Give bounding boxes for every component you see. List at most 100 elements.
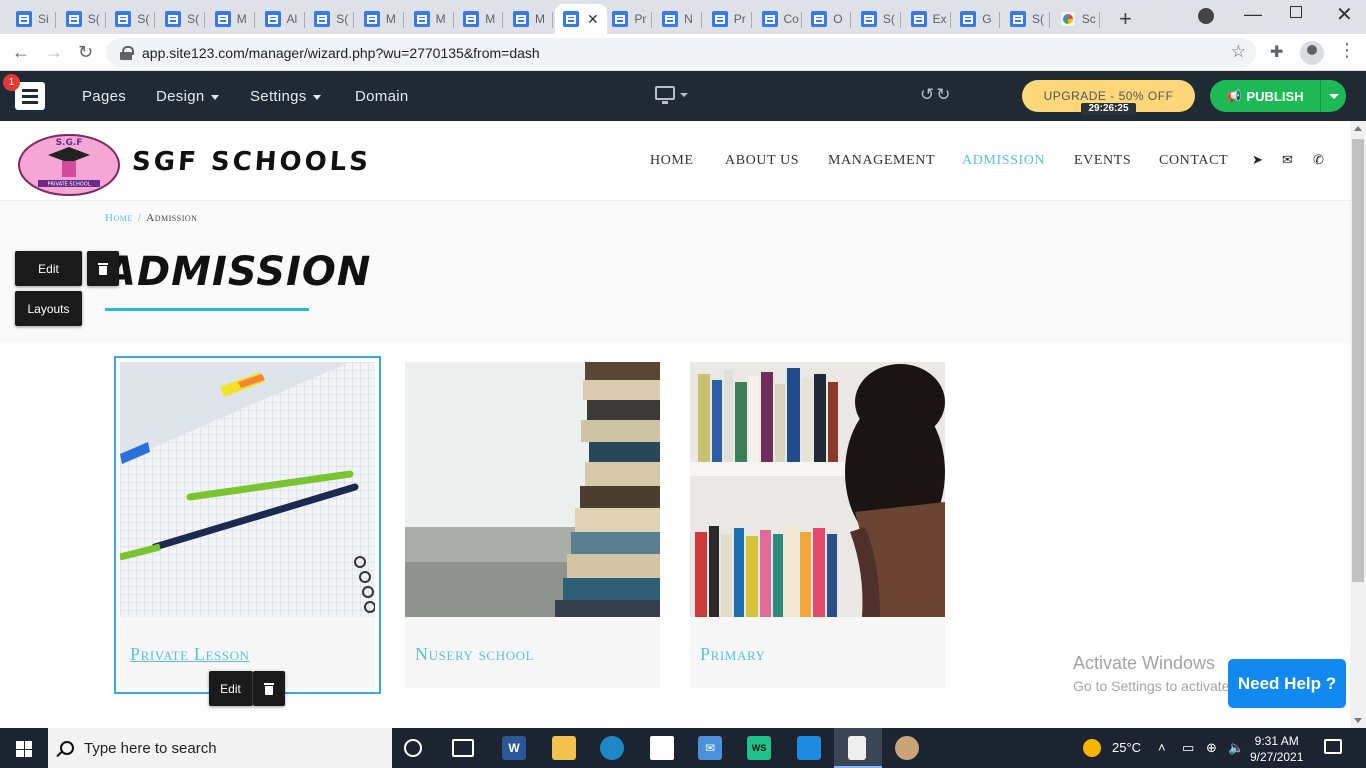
desktop-preview-icon[interactable] bbox=[655, 86, 675, 104]
weather-temperature[interactable]: 25°C bbox=[1112, 740, 1141, 755]
card-edit-button[interactable]: Edit bbox=[209, 671, 253, 706]
windows-start-icon[interactable] bbox=[16, 741, 32, 757]
undo-redo-icons[interactable]: ↺↻ bbox=[920, 85, 953, 105]
page-scrollbar[interactable] bbox=[1350, 121, 1366, 728]
editor-menu-settings[interactable]: Settings bbox=[250, 88, 321, 105]
section-delete-button[interactable] bbox=[87, 251, 119, 286]
browser-tab[interactable]: ✕ bbox=[554, 4, 607, 34]
taskbar-search[interactable]: Type here to search bbox=[48, 728, 392, 768]
browser-tab[interactable]: M bbox=[356, 4, 404, 34]
browser-menu-icon[interactable]: ⋮ bbox=[1338, 40, 1356, 61]
scroll-down-icon[interactable] bbox=[1354, 718, 1362, 723]
lock-icon[interactable] bbox=[120, 45, 134, 60]
restore-icon[interactable] bbox=[1290, 6, 1302, 18]
extensions-icon[interactable]: ✚ bbox=[1270, 42, 1283, 62]
location-arrow-icon[interactable]: ➤ bbox=[1252, 152, 1263, 168]
browser-tab[interactable]: Pr bbox=[704, 4, 752, 34]
store-icon[interactable] bbox=[650, 736, 674, 760]
nav-management[interactable]: MANAGEMENT bbox=[828, 153, 935, 169]
card-private-lesson[interactable]: Private Lesson bbox=[120, 362, 375, 688]
nav-events[interactable]: EVENTS bbox=[1074, 153, 1131, 169]
browser-tab[interactable]: O bbox=[803, 4, 852, 34]
vscode-icon[interactable] bbox=[797, 736, 821, 760]
close-window-icon[interactable]: ✕ bbox=[1336, 2, 1353, 27]
scrollbar-thumb[interactable] bbox=[1352, 139, 1364, 582]
notepad-icon[interactable] bbox=[848, 736, 866, 760]
card-title[interactable]: Nusery school bbox=[415, 644, 534, 665]
cortana-icon[interactable] bbox=[404, 739, 422, 757]
editor-menu-domain[interactable]: Domain bbox=[355, 88, 409, 105]
card-nursery-school[interactable]: Nusery school bbox=[405, 362, 660, 688]
browser-tab[interactable]: Sc bbox=[1052, 4, 1100, 34]
browser-tab[interactable]: S( bbox=[1002, 4, 1050, 34]
forward-icon[interactable]: → bbox=[45, 42, 63, 63]
search-placeholder[interactable]: Type here to search bbox=[84, 740, 217, 757]
network-icon[interactable]: ⊕ bbox=[1206, 740, 1217, 756]
volume-icon[interactable]: 🔈 bbox=[1228, 740, 1244, 756]
card-delete-button[interactable] bbox=[253, 671, 285, 706]
minimize-icon[interactable]: — bbox=[1244, 4, 1262, 25]
back-icon[interactable]: ← bbox=[12, 42, 30, 63]
breadcrumb-home[interactable]: Home bbox=[105, 212, 133, 224]
paint-icon[interactable] bbox=[895, 736, 919, 760]
card-title[interactable]: Private Lesson bbox=[130, 644, 250, 665]
tab-search-icon[interactable] bbox=[1198, 8, 1214, 24]
weather-sun-icon[interactable] bbox=[1083, 739, 1101, 757]
edge-icon[interactable] bbox=[600, 736, 624, 760]
nav-home[interactable]: HOME bbox=[650, 153, 694, 169]
new-tab-button[interactable]: + bbox=[1119, 6, 1132, 32]
notification-badge[interactable]: 1 bbox=[3, 74, 20, 91]
scroll-up-icon[interactable] bbox=[1354, 126, 1362, 131]
browser-tab[interactable]: Pr bbox=[604, 4, 653, 34]
need-help-button[interactable]: Need Help ? bbox=[1228, 659, 1346, 708]
device-dropdown-icon[interactable] bbox=[680, 93, 688, 97]
task-view-icon[interactable] bbox=[452, 739, 474, 757]
card-image-notebook[interactable] bbox=[120, 362, 375, 617]
browser-tab[interactable]: M bbox=[406, 4, 454, 34]
envelope-icon[interactable]: ✉ bbox=[1282, 152, 1293, 168]
browser-tab[interactable]: S( bbox=[853, 4, 901, 34]
section-edit-button[interactable]: Edit bbox=[15, 251, 82, 286]
browser-tab[interactable]: Ex bbox=[903, 4, 951, 34]
site-brand[interactable]: SGF SCHOOLS bbox=[131, 147, 372, 177]
browser-tab[interactable]: Co bbox=[754, 4, 802, 34]
mail-icon[interactable]: ✉ bbox=[698, 736, 722, 760]
profile-avatar[interactable] bbox=[1300, 41, 1324, 65]
close-tab-icon[interactable]: ✕ bbox=[587, 11, 599, 28]
editor-menu-pages[interactable]: Pages bbox=[82, 88, 126, 105]
browser-tab[interactable]: M bbox=[207, 4, 255, 34]
reload-icon[interactable]: ↻ bbox=[78, 42, 93, 63]
publish-button[interactable]: 📢 PUBLISH bbox=[1210, 80, 1320, 112]
browser-tab[interactable]: S( bbox=[58, 4, 106, 34]
nav-about-us[interactable]: ABOUT US bbox=[725, 153, 799, 169]
word-icon[interactable]: W bbox=[502, 736, 526, 760]
card-title[interactable]: Primary bbox=[700, 644, 766, 665]
browser-tab[interactable]: M bbox=[455, 4, 504, 34]
battery-icon[interactable]: ▭ bbox=[1182, 740, 1194, 756]
browser-tab[interactable]: S( bbox=[107, 4, 156, 34]
main-menu-icon[interactable] bbox=[15, 82, 45, 110]
action-center-icon[interactable] bbox=[1324, 739, 1342, 754]
browser-tab[interactable]: Al bbox=[257, 4, 305, 34]
bookmark-star-icon[interactable]: ☆ bbox=[1231, 42, 1246, 62]
editor-menu-design[interactable]: Design bbox=[156, 88, 219, 105]
phone-icon[interactable]: ✆ bbox=[1313, 152, 1324, 168]
browser-tab[interactable]: N bbox=[654, 4, 703, 34]
browser-tab[interactable]: G bbox=[952, 4, 1001, 34]
card-image-bookshelf[interactable] bbox=[690, 362, 945, 617]
school-logo[interactable]: S.G.F PRIVATE SCHOOL bbox=[18, 133, 120, 197]
nav-admission[interactable]: ADMISSION bbox=[962, 153, 1045, 169]
tray-chevron-icon[interactable]: ˄ bbox=[1158, 740, 1166, 755]
nav-contact[interactable]: CONTACT bbox=[1159, 153, 1228, 169]
file-explorer-icon[interactable] bbox=[552, 736, 576, 760]
browser-tab[interactable]: Si bbox=[8, 4, 56, 34]
browser-tab[interactable]: M bbox=[505, 4, 553, 34]
system-clock[interactable]: 9:31 AM 9/27/2021 bbox=[1250, 733, 1303, 765]
card-image-books[interactable] bbox=[405, 362, 660, 617]
section-layouts-button[interactable]: Layouts bbox=[15, 291, 82, 326]
url-text[interactable]: app.site123.com/manager/wizard.php?wu=27… bbox=[142, 45, 540, 61]
browser-tab[interactable]: S( bbox=[306, 4, 355, 34]
webstorm-icon[interactable]: WS bbox=[747, 736, 771, 760]
omnibox[interactable]: app.site123.com/manager/wizard.php?wu=27… bbox=[106, 38, 1256, 67]
card-primary[interactable]: Primary bbox=[690, 362, 945, 688]
